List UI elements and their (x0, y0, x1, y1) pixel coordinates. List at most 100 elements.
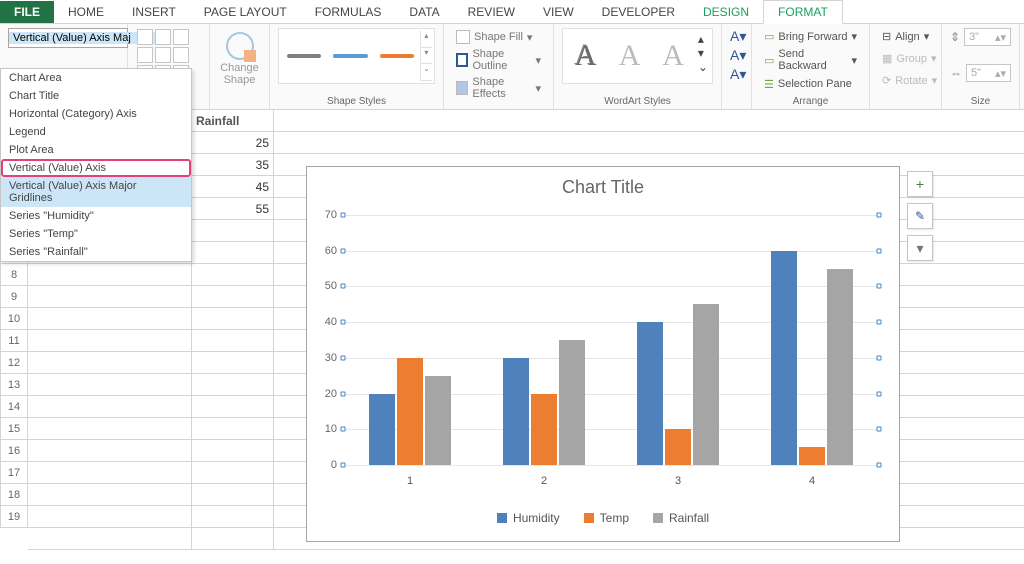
bar-humidity[interactable] (503, 358, 529, 465)
bring-forward-button[interactable]: ▭Bring Forward ▾ (760, 28, 861, 45)
tab-home[interactable]: HOME (54, 1, 118, 23)
row-header[interactable]: 18 (0, 484, 28, 506)
ribbon: ▾ ert Shapes Chart Area Chart Title Hori… (0, 24, 1024, 110)
style-swatch[interactable] (287, 54, 321, 58)
bar-rainfall[interactable] (425, 376, 451, 465)
style-swatch[interactable] (333, 54, 367, 58)
chart-element-selector[interactable]: ▾ (8, 28, 128, 48)
row-header[interactable]: 19 (0, 506, 28, 528)
shape-icon[interactable] (137, 47, 153, 63)
x-tick-label: 4 (745, 475, 879, 487)
shape-icon[interactable] (173, 29, 189, 45)
tab-design[interactable]: DESIGN (689, 1, 763, 23)
dd-series-temp[interactable]: Series "Temp" (1, 225, 191, 243)
wordart-style[interactable]: A (654, 35, 692, 77)
chart-elements-button[interactable]: + (907, 171, 933, 197)
dd-chart-area[interactable]: Chart Area (1, 69, 191, 87)
effects-icon (456, 81, 468, 95)
shape-icon[interactable] (137, 29, 153, 45)
bar-humidity[interactable] (771, 251, 797, 465)
dd-chart-title[interactable]: Chart Title (1, 87, 191, 105)
group-wordart-opts: A▾ A▾ A▾ (722, 24, 752, 109)
group-shape-styles-gallery: ▴▾⌄ Shape Styles (270, 24, 444, 109)
shape-icon[interactable] (155, 29, 171, 45)
dd-horizontal-axis[interactable]: Horizontal (Category) Axis (1, 105, 191, 123)
change-shape-button[interactable]: Change Shape (218, 28, 261, 90)
text-outline-icon[interactable]: A▾ (730, 47, 743, 64)
row-header[interactable]: 8 (0, 264, 28, 286)
wordart-style[interactable]: A (611, 35, 649, 77)
gallery-expand[interactable]: ▴▾⌄ (420, 31, 432, 81)
text-fill-icon[interactable]: A▾ (730, 28, 743, 45)
bar-humidity[interactable] (637, 322, 663, 465)
dd-series-humidity[interactable]: Series "Humidity" (1, 207, 191, 225)
chart-element-dropdown[interactable]: Chart Area Chart Title Horizontal (Categ… (0, 68, 192, 262)
group-button[interactable]: ▦Group ▾ (878, 50, 933, 67)
shape-effects-button[interactable]: Shape Effects ▾ (452, 74, 545, 102)
legend-item[interactable]: Rainfall (653, 511, 709, 525)
dd-legend[interactable]: Legend (1, 123, 191, 141)
row-header[interactable]: 13 (0, 374, 28, 396)
bar-rainfall[interactable] (693, 304, 719, 465)
shape-fill-button[interactable]: Shape Fill ▾ (452, 28, 545, 46)
bars[interactable]: 1234 (343, 215, 879, 465)
tab-file[interactable]: FILE (0, 1, 54, 23)
legend-item[interactable]: Temp (584, 511, 629, 525)
text-effects-icon[interactable]: A▾ (730, 66, 743, 83)
width-icon: ⇔ (950, 66, 962, 80)
legend-item[interactable]: Humidity (497, 511, 560, 525)
embedded-chart[interactable]: Chart Title 010203040506070 1234 Humidit… (306, 166, 900, 542)
bar-humidity[interactable] (369, 394, 395, 465)
style-swatch[interactable] (380, 54, 414, 58)
paint-bucket-icon (456, 30, 470, 44)
dd-series-rainfall[interactable]: Series "Rainfall" (1, 243, 191, 261)
shape-icon[interactable] (155, 47, 171, 63)
tab-review[interactable]: REVIEW (454, 1, 529, 23)
chart-title[interactable]: Chart Title (307, 167, 899, 204)
chart-filters-button[interactable]: ▾ (907, 235, 933, 261)
bar-temp[interactable] (531, 394, 557, 465)
tab-developer[interactable]: DEVELOPER (588, 1, 689, 23)
group-arrange-right: ⊟Align ▾ ▦Group ▾ ⟳Rotate ▾ (870, 24, 942, 109)
row-header[interactable]: 10 (0, 308, 28, 330)
row-header[interactable]: 15 (0, 418, 28, 440)
tab-view[interactable]: VIEW (529, 1, 588, 23)
tab-page-layout[interactable]: PAGE LAYOUT (190, 1, 301, 23)
group-current-selection: ▾ ert Shapes Chart Area Chart Title Hori… (0, 24, 128, 109)
row-header[interactable]: 12 (0, 352, 28, 374)
legend[interactable]: Humidity Temp Rainfall (307, 511, 899, 525)
shape-style-gallery[interactable]: ▴▾⌄ (278, 28, 435, 84)
row-header[interactable]: 14 (0, 396, 28, 418)
shape-outline-button[interactable]: Shape Outline ▾ (452, 46, 545, 74)
tab-insert[interactable]: INSERT (118, 1, 190, 23)
shape-width-input[interactable]: 5"▴▾ (966, 64, 1011, 82)
chart-styles-button[interactable]: ✎ (907, 203, 933, 229)
tab-format[interactable]: FORMAT (763, 0, 843, 24)
bar-rainfall[interactable] (559, 340, 585, 465)
dd-vertical-axis-gridlines[interactable]: Vertical (Value) Axis Major Gridlines (1, 177, 191, 207)
plot-area[interactable]: 1234 (343, 215, 879, 465)
rotate-button[interactable]: ⟳Rotate ▾ (878, 72, 933, 89)
row-header[interactable]: 16 (0, 440, 28, 462)
row-header[interactable]: 17 (0, 462, 28, 484)
gallery-expand[interactable]: ▴▾⌄ (698, 32, 708, 80)
wordart-style[interactable]: A (567, 35, 605, 77)
bar-temp[interactable] (397, 358, 423, 465)
align-button[interactable]: ⊟Align ▾ (878, 28, 933, 45)
tab-data[interactable]: DATA (395, 1, 453, 23)
wordart-gallery[interactable]: A A A ▴▾⌄ (562, 28, 713, 84)
row-header[interactable]: 11 (0, 330, 28, 352)
change-shape-icon (226, 32, 254, 60)
bar-rainfall[interactable] (827, 269, 853, 465)
y-axis[interactable]: 010203040506070 (315, 215, 339, 465)
row-header[interactable]: 9 (0, 286, 28, 308)
send-backward-button[interactable]: ▭Send Backward ▾ (760, 46, 861, 74)
shape-height-input[interactable]: 3"▴▾ (964, 28, 1011, 46)
bar-temp[interactable] (799, 447, 825, 465)
dd-vertical-axis[interactable]: Vertical (Value) Axis (1, 159, 191, 177)
shape-icon[interactable] (173, 47, 189, 63)
tab-formulas[interactable]: FORMULAS (301, 1, 396, 23)
bar-temp[interactable] (665, 429, 691, 465)
selection-pane-button[interactable]: ☰Selection Pane (760, 76, 861, 93)
dd-plot-area[interactable]: Plot Area (1, 141, 191, 159)
